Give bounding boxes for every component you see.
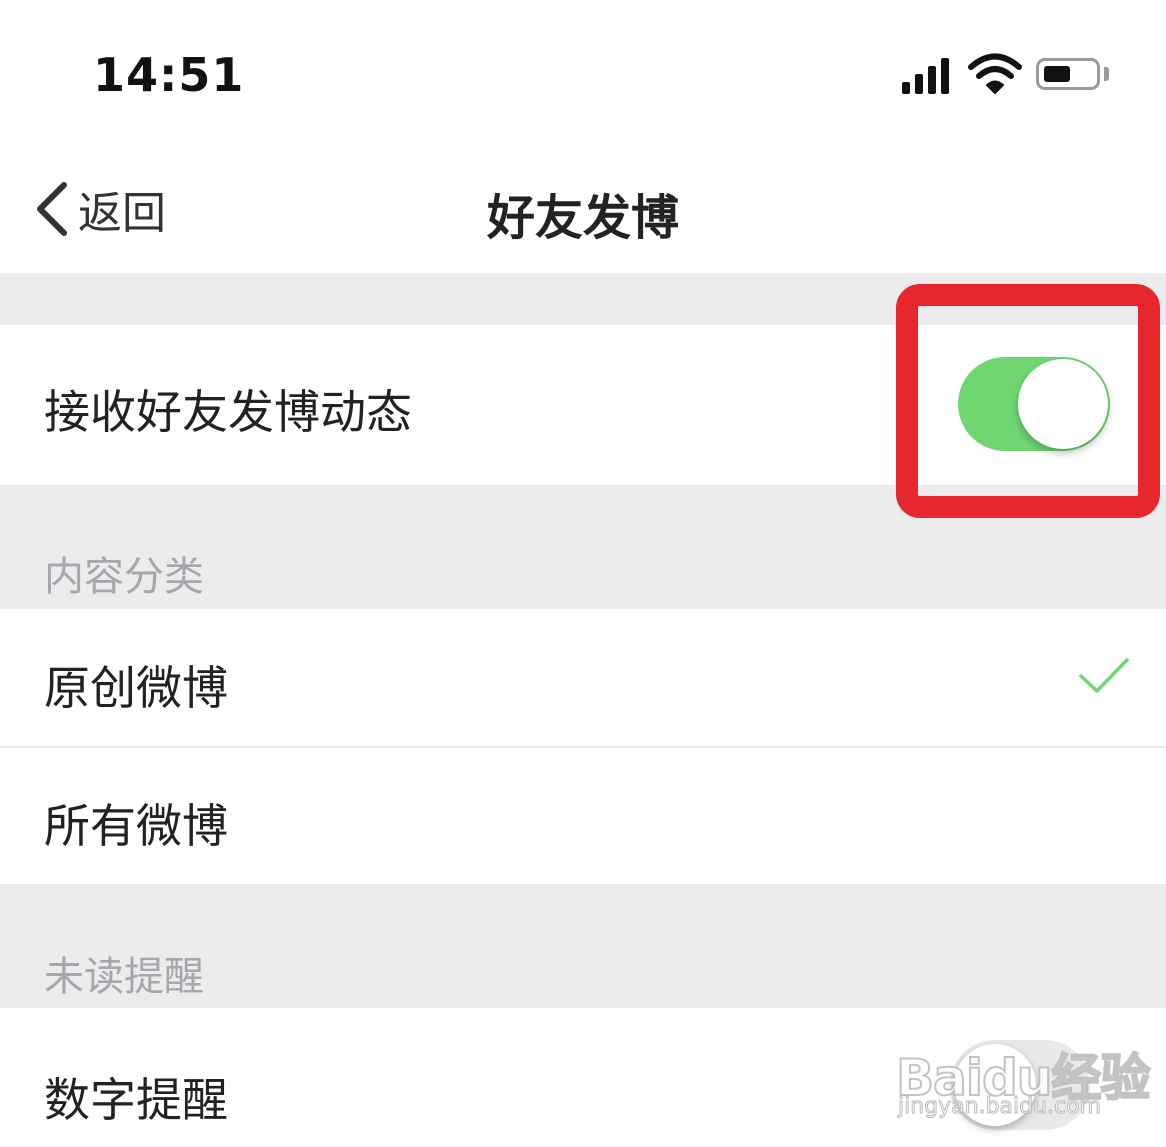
- option-original-label: 原创微博: [44, 661, 228, 715]
- page-title: 好友发博: [486, 190, 679, 246]
- highlight-box: [896, 284, 1160, 518]
- unread-section-header: 未读提醒: [44, 954, 204, 1000]
- status-time: 14:51: [93, 48, 245, 102]
- signal-icon: [902, 56, 956, 94]
- watermark-url: jingyan.baidu.com: [897, 1094, 1102, 1120]
- receive-feed-label: 接收好友发博动态: [44, 385, 412, 439]
- battery-icon: [1036, 58, 1100, 90]
- checkmark-icon: [1079, 658, 1129, 693]
- wifi-icon: [968, 52, 1022, 94]
- content-section-header: 内容分类: [44, 554, 204, 600]
- number-reminder-label: 数字提醒: [44, 1073, 228, 1127]
- option-all-label: 所有微博: [44, 799, 228, 853]
- battery-cap: [1104, 67, 1109, 81]
